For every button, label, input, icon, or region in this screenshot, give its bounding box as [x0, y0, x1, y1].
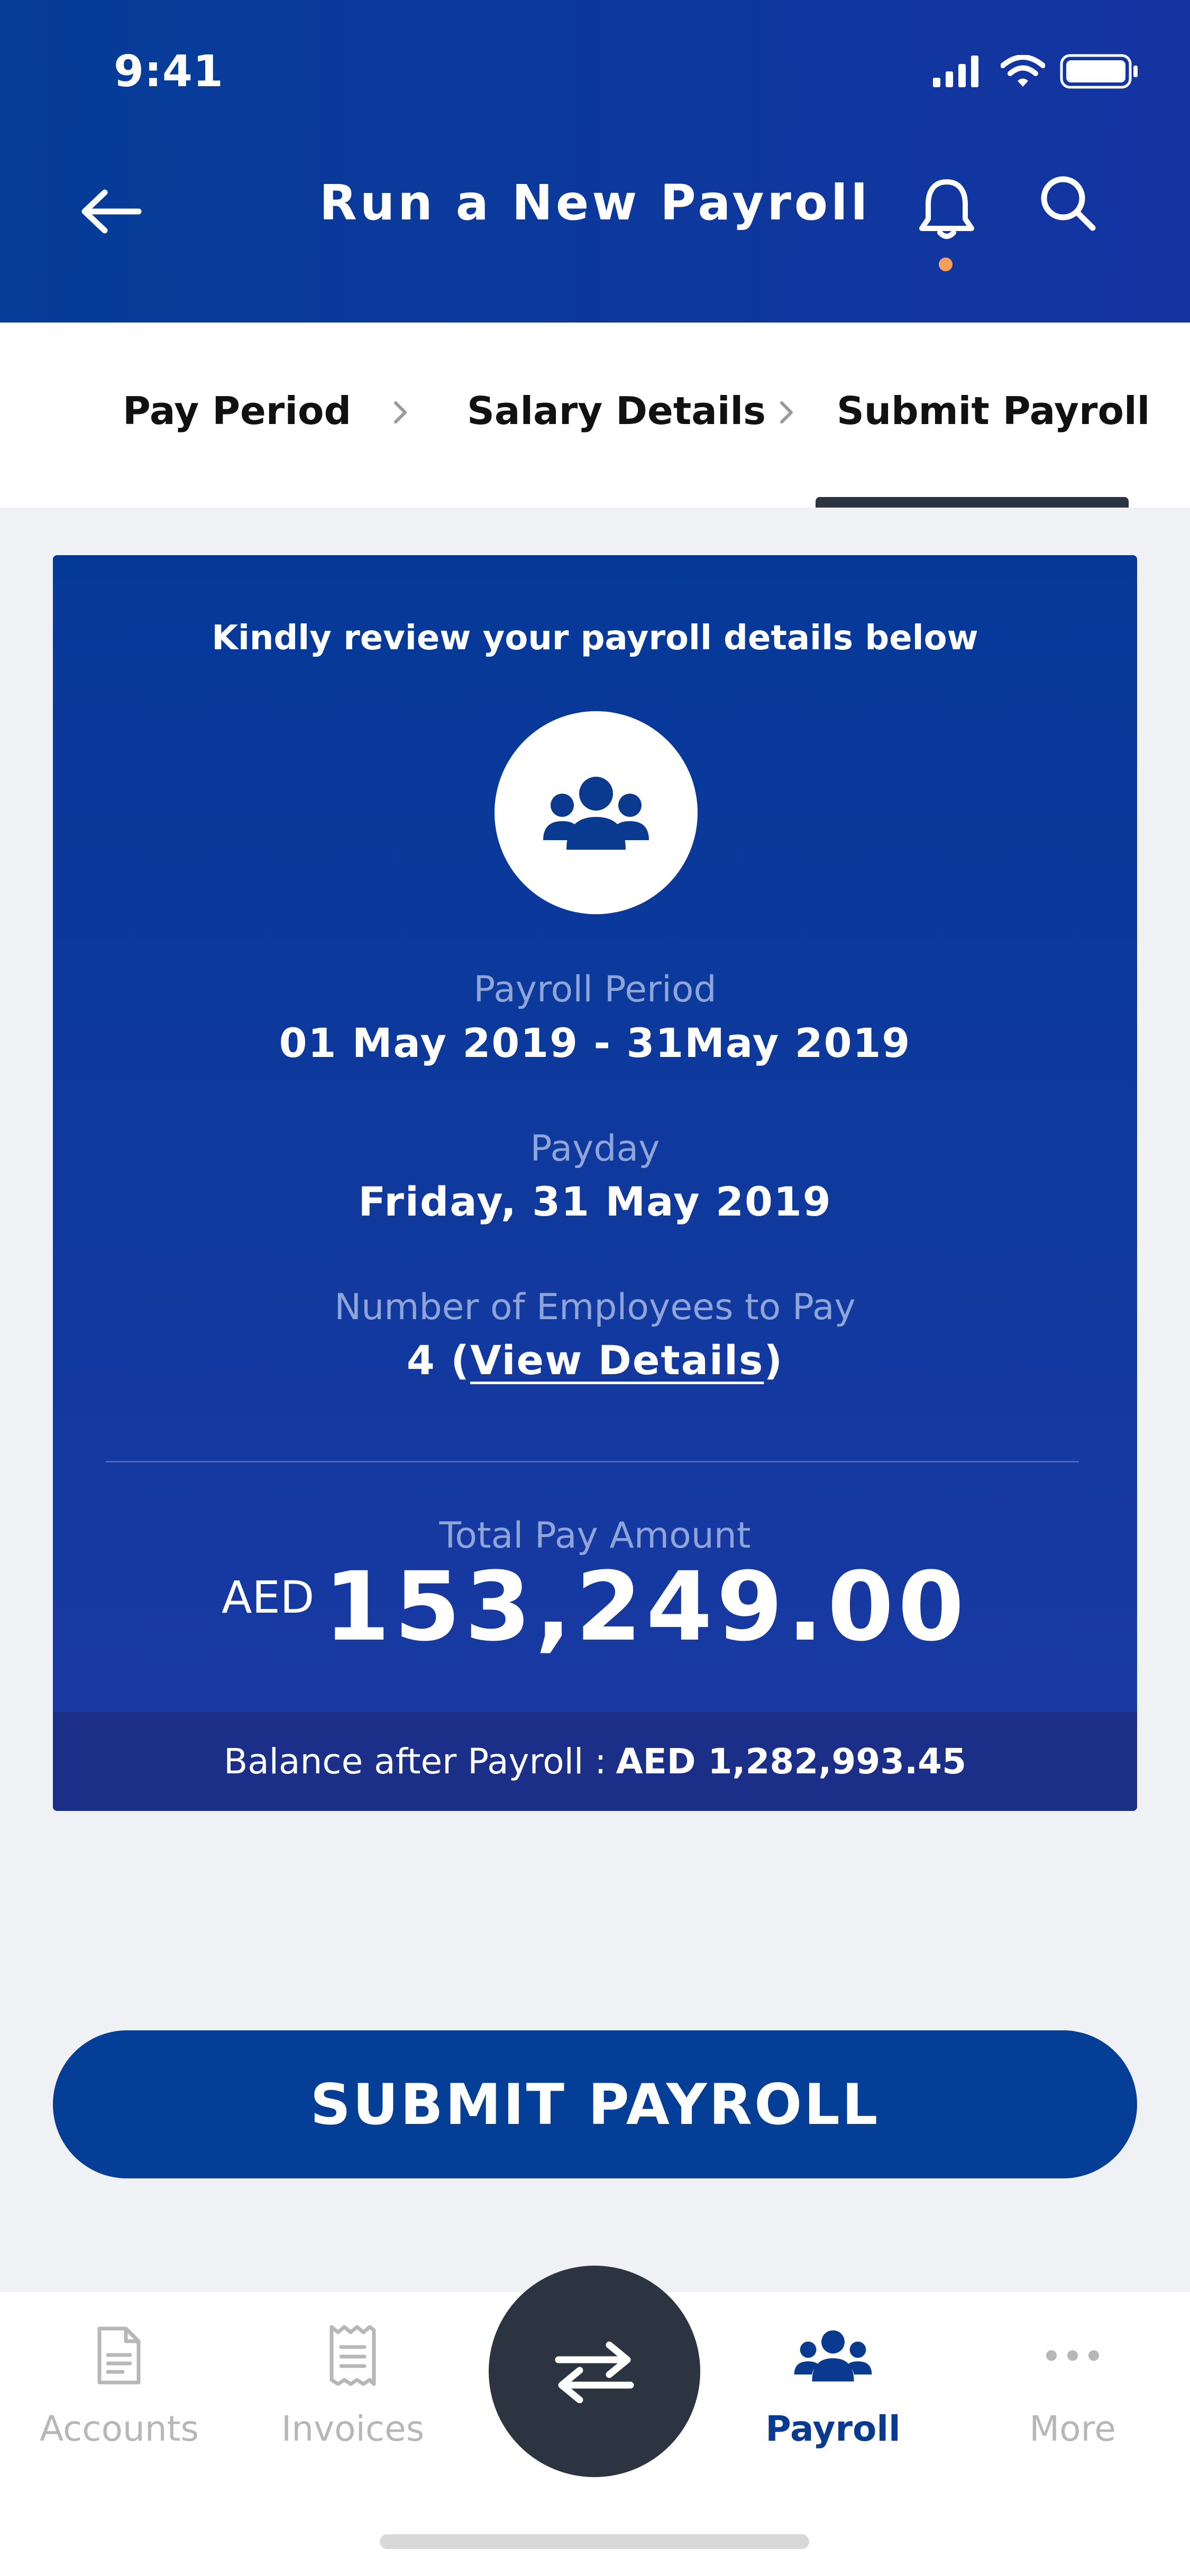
notifications-button[interactable]: [912, 174, 981, 243]
step-pay-period[interactable]: Pay Period: [123, 389, 351, 433]
people-icon: [543, 777, 649, 850]
tab-accounts-label: Accounts: [40, 2408, 199, 2449]
total-pay-currency: AED: [222, 1571, 315, 1623]
tab-more[interactable]: More: [993, 2313, 1152, 2488]
bell-icon: [919, 179, 974, 239]
page-title: Run a New Payroll: [319, 174, 871, 231]
total-pay-value: 153,249.00: [324, 1552, 968, 1662]
notification-dot: [939, 257, 953, 271]
payroll-stepper: Pay Period Salary Details Submit Payroll: [0, 323, 1190, 508]
balance-after-payroll: Balance after Payroll : AED 1,282,993.45: [53, 1712, 1137, 1811]
document-icon: [97, 2326, 141, 2384]
app-header: 9:41 Run a New Payroll: [0, 0, 1190, 323]
home-indicator: [380, 2534, 809, 2549]
tab-invoices[interactable]: Invoices: [273, 2313, 432, 2488]
employees-label: Number of Employees to Pay: [334, 1286, 856, 1328]
signal-icon: [933, 56, 978, 87]
status-icons: [933, 53, 1139, 90]
step-salary-details[interactable]: Salary Details: [467, 389, 766, 433]
tab-payroll-label: Payroll: [765, 2408, 901, 2449]
transfer-button[interactable]: [489, 2266, 700, 2477]
paren-close: ): [764, 1337, 784, 1384]
submit-payroll-button[interactable]: SUBMIT PAYROLL: [53, 2030, 1137, 2178]
balance-value: AED 1,282,993.45: [616, 1741, 967, 1782]
status-time: 9:41: [114, 47, 224, 97]
search-button[interactable]: [1037, 172, 1100, 235]
tab-more-label: More: [1029, 2408, 1116, 2449]
active-step-indicator: [816, 497, 1129, 508]
balance-label: Balance after Payroll :: [223, 1741, 607, 1782]
paren-open: (: [435, 1337, 470, 1384]
receipt-icon: [329, 2325, 376, 2386]
chevron-right-icon: [394, 401, 407, 424]
payroll-period-label: Payroll Period: [473, 969, 717, 1010]
view-details-link[interactable]: View Details: [470, 1337, 764, 1384]
search-icon: [1041, 176, 1096, 231]
more-dots-icon: [1046, 2350, 1099, 2361]
total-pay-label: Total Pay Amount: [439, 1515, 751, 1557]
tab-accounts[interactable]: Accounts: [40, 2313, 199, 2488]
review-instruction: Kindly review your payroll details below: [212, 619, 978, 658]
chevron-right-icon: [780, 401, 793, 424]
payday-value: Friday, 31 May 2019: [358, 1178, 832, 1225]
total-pay-amount: AED 153,249.00: [53, 1560, 1137, 1655]
tab-payroll[interactable]: Payroll: [754, 2313, 912, 2488]
card-divider: [106, 1461, 1079, 1462]
people-icon: [794, 2330, 872, 2382]
employees-avatar: [495, 711, 698, 914]
wifi-icon: [1001, 55, 1045, 87]
transfer-arrows-icon: [555, 2341, 634, 2403]
battery-icon: [1060, 54, 1138, 89]
payday-label: Payday: [530, 1128, 660, 1170]
tab-invoices-label: Invoices: [281, 2408, 425, 2449]
employees-value: 4 (View Details): [53, 1337, 1137, 1384]
payroll-summary-card: Kindly review your payroll details below…: [53, 555, 1137, 1811]
employees-count: 4: [406, 1337, 436, 1384]
payroll-period-value: 01 May 2019 - 31May 2019: [279, 1019, 911, 1066]
step-submit-payroll[interactable]: Submit Payroll: [837, 389, 1150, 433]
